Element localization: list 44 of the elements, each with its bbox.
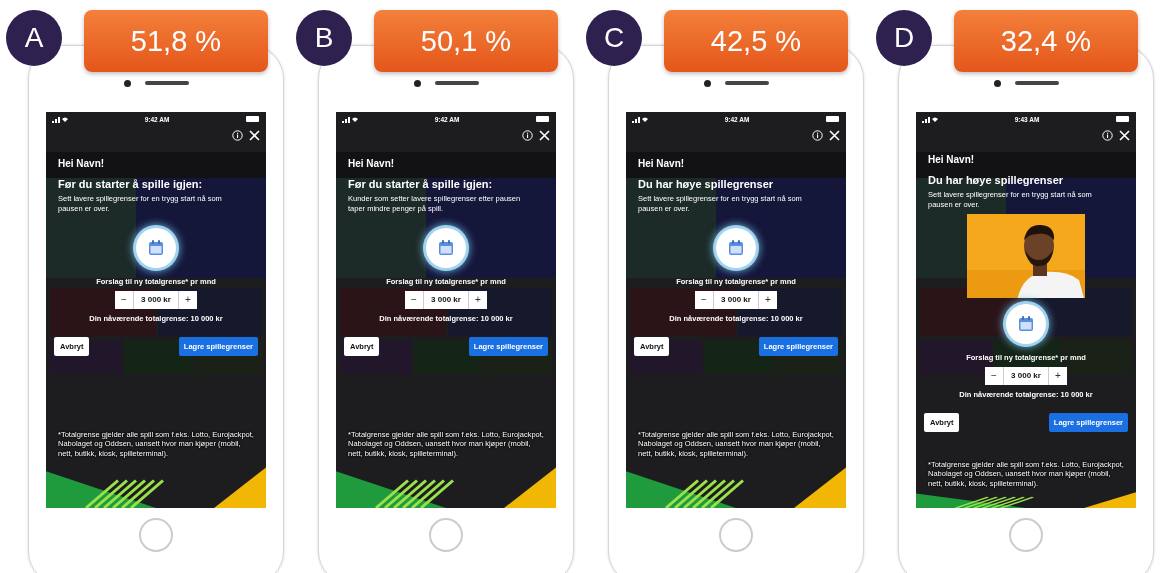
camera-icon bbox=[703, 79, 711, 87]
variant-label: D bbox=[876, 10, 932, 66]
signal-icon bbox=[342, 115, 358, 123]
score-badge: 32,4 % bbox=[954, 10, 1138, 72]
signal-icon bbox=[52, 115, 68, 123]
dialog-heading: Du har høye spillegrenser bbox=[638, 178, 775, 190]
score-badge: 42,5 % bbox=[664, 10, 848, 72]
greeting: Hei Navn! bbox=[348, 158, 396, 169]
battery-icon bbox=[536, 116, 550, 122]
battery-icon bbox=[246, 116, 260, 122]
info-icon[interactable] bbox=[1102, 129, 1113, 141]
speaker-icon bbox=[434, 81, 479, 85]
camera-icon bbox=[993, 79, 1001, 87]
greeting: Hei Navn! bbox=[638, 158, 686, 169]
variant-label: C bbox=[586, 10, 642, 66]
close-icon[interactable] bbox=[249, 129, 260, 141]
dialog-heading: Du har høye spillegrenser bbox=[928, 174, 1065, 186]
speaker-icon bbox=[724, 81, 769, 85]
camera-icon bbox=[123, 79, 131, 87]
speaker-icon bbox=[144, 81, 189, 85]
score-badge: 51,8 % bbox=[84, 10, 268, 72]
dialog-heading: Før du starter å spille igjen: bbox=[58, 178, 204, 190]
score-badge: 50,1 % bbox=[374, 10, 558, 72]
battery-icon bbox=[1116, 116, 1130, 122]
info-icon[interactable] bbox=[522, 129, 533, 141]
close-icon[interactable] bbox=[1119, 129, 1130, 141]
close-icon[interactable] bbox=[539, 129, 550, 141]
dialog-heading: Før du starter å spille igjen: bbox=[348, 178, 494, 190]
greeting: Hei Navn! bbox=[928, 154, 976, 165]
greeting: Hei Navn! bbox=[58, 158, 106, 169]
calendar-icon bbox=[1017, 314, 1035, 333]
calendar-icon bbox=[727, 238, 745, 257]
info-icon[interactable] bbox=[232, 129, 243, 141]
battery-icon bbox=[826, 116, 840, 122]
info-icon[interactable] bbox=[812, 129, 823, 141]
camera-icon bbox=[413, 79, 421, 87]
variant-label: A bbox=[6, 10, 62, 66]
variant-label: B bbox=[296, 10, 352, 66]
calendar-icon bbox=[147, 238, 165, 257]
calendar-icon bbox=[437, 238, 455, 257]
signal-icon bbox=[922, 115, 938, 123]
signal-icon bbox=[632, 115, 648, 123]
speaker-icon bbox=[1014, 81, 1059, 85]
close-icon[interactable] bbox=[829, 129, 840, 141]
